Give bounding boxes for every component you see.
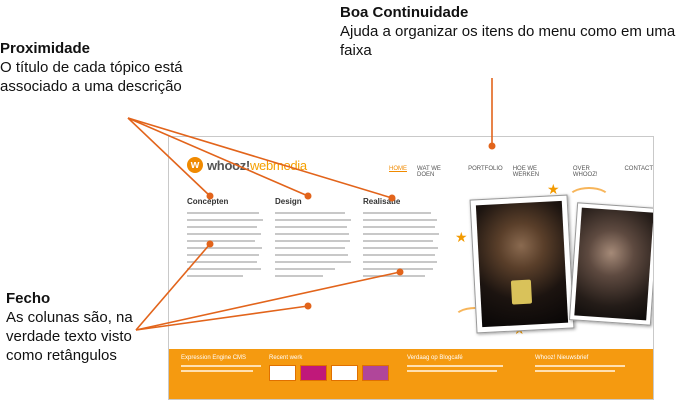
arrow-dot	[206, 192, 214, 200]
arrow-dot	[388, 194, 396, 202]
arrow-line	[127, 117, 309, 197]
arrow-dot	[304, 192, 312, 200]
arrow-line	[135, 271, 401, 331]
arrow-line	[135, 243, 211, 331]
arrow-line	[135, 305, 309, 331]
annotation-arrows	[127, 78, 496, 331]
arrow-dot	[304, 302, 312, 310]
arrow-dot	[206, 240, 214, 248]
arrow-dot	[488, 142, 496, 150]
arrow-dot	[396, 268, 404, 276]
arrow-line	[127, 117, 393, 199]
